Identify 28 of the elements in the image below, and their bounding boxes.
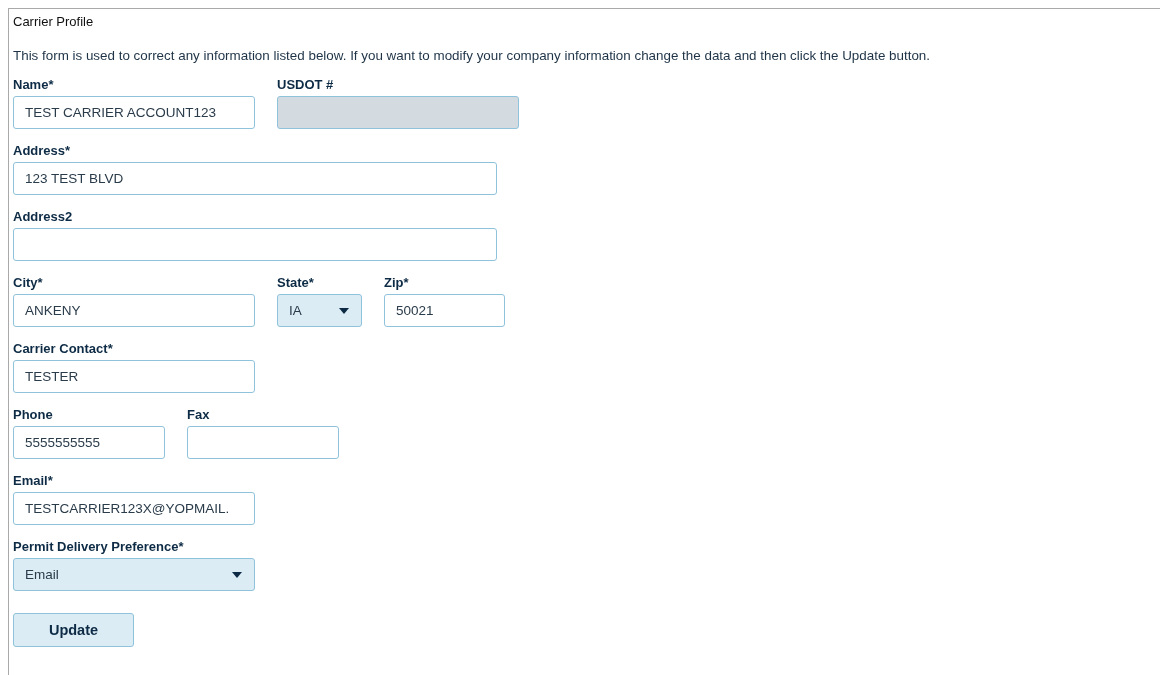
text-field[interactable]: 50021 — [384, 294, 505, 327]
field-label: Address2 — [13, 209, 74, 225]
form-description: This form is used to correct any information listed below. If you want to modify your company information change the data and then click the Update button. — [13, 48, 931, 63]
text-field[interactable] — [13, 228, 497, 261]
field-label: Carrier Contact* — [13, 341, 114, 357]
field-label: Address* — [13, 143, 72, 159]
field-label: State* — [277, 275, 315, 291]
field-label: Permit Delivery Preference* — [13, 539, 185, 555]
text-field[interactable]: 5555555555 — [13, 426, 165, 459]
field-label: Name* — [13, 77, 55, 93]
caret-icon — [232, 571, 242, 578]
caret-icon — [339, 307, 349, 314]
dropdown[interactable]: IA — [277, 294, 362, 327]
panel-title: Carrier Profile — [13, 14, 95, 31]
field-label: Fax — [187, 407, 211, 423]
text-field[interactable] — [187, 426, 339, 459]
update-button[interactable]: Update — [13, 613, 134, 647]
text-field[interactable]: TESTCARRIER123X@YOPMAIL. — [13, 492, 255, 525]
text-field[interactable]: 123 TEST BLVD — [13, 162, 497, 195]
field-label: USDOT # — [277, 77, 335, 93]
text-field[interactable]: TEST CARRIER ACCOUNT123 — [13, 96, 255, 129]
field-label: Email* — [13, 473, 54, 489]
text-field[interactable]: TESTER — [13, 360, 255, 393]
dropdown[interactable]: Email — [13, 558, 255, 591]
text-field[interactable]: ANKENY — [13, 294, 255, 327]
field-label: City* — [13, 275, 44, 291]
field-label: Phone — [13, 407, 54, 423]
field-label: Zip* — [384, 275, 410, 291]
